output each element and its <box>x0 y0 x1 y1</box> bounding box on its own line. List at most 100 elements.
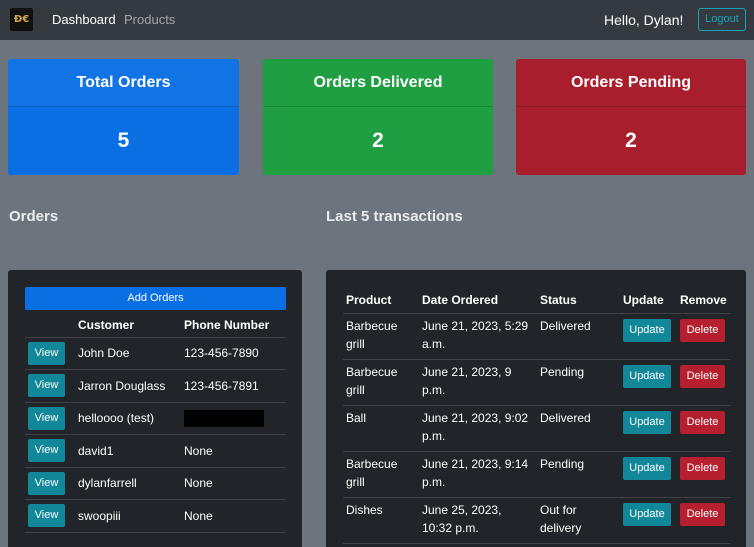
transactions-table: Product Date Ordered Status Update Remov… <box>343 287 731 544</box>
delete-button[interactable]: Delete <box>680 502 725 526</box>
tx-date: June 21, 2023, 9:14 p.m. <box>419 451 537 498</box>
logout-button[interactable]: Logout <box>698 8 746 31</box>
order-phone: None <box>180 434 286 468</box>
tx-date: June 21, 2023, 9 p.m. <box>419 359 537 406</box>
tx-header-remove: Remove <box>677 287 731 314</box>
view-order-button[interactable]: View <box>28 406 65 430</box>
tx-date: June 21, 2023, 9:02 p.m. <box>419 405 537 452</box>
tx-header-update: Update <box>620 287 677 314</box>
tx-product: Barbecue grill <box>343 359 419 406</box>
view-order-button[interactable]: View <box>28 341 65 365</box>
tx-status: Delivered <box>537 405 620 452</box>
orders-table: Customer Phone Number View John Doe 123-45… <box>25 314 286 533</box>
order-phone: None <box>180 499 286 533</box>
order-row: View Jarron Douglass 123-456-7891 <box>25 369 286 403</box>
view-order-button[interactable]: View <box>28 439 65 463</box>
tx-remove-cell: Delete <box>677 405 731 452</box>
total-orders-value: 5 <box>117 129 130 152</box>
update-button[interactable]: Update <box>623 456 671 480</box>
add-orders-button[interactable]: Add Orders <box>25 287 286 310</box>
order-row: View dylanfarrell None <box>25 467 286 500</box>
tx-remove-cell: Delete <box>677 359 731 406</box>
orders-delivered-title: Orders Delivered <box>263 59 493 107</box>
order-customer: helloooo (test) <box>74 402 180 435</box>
brand-logo[interactable]: Ð€ <box>10 8 33 31</box>
tx-update-cell: Update <box>620 451 677 498</box>
order-customer: Jarron Douglass <box>74 369 180 403</box>
transaction-row: Ball June 21, 2023, 9:02 p.m. Delivered Upd… <box>343 405 731 452</box>
tx-product: Barbecue grill <box>343 313 419 360</box>
delete-button[interactable]: Delete <box>680 364 725 388</box>
order-row: View swoopiii None <box>25 499 286 533</box>
delete-button[interactable]: Delete <box>680 456 725 480</box>
order-customer: dylanfarrell <box>74 467 180 500</box>
tx-product: Ball <box>343 405 419 452</box>
tx-update-cell: Update <box>620 313 677 360</box>
update-button[interactable]: Update <box>623 318 671 342</box>
order-action-cell: View <box>25 499 74 533</box>
transactions-section-title: Last 5 transactions <box>326 208 463 225</box>
tx-remove-cell: Delete <box>677 313 731 360</box>
orders-header-phone: Phone Number <box>180 314 286 338</box>
orders-header-action <box>25 314 74 338</box>
delete-button[interactable]: Delete <box>680 410 725 434</box>
tx-status: Pending <box>537 451 620 498</box>
view-order-button[interactable]: View <box>28 504 65 528</box>
orders-pending-title: Orders Pending <box>516 59 746 107</box>
tx-status: Pending <box>537 359 620 406</box>
orders-panel: Add Orders Customer Phone Number View Joh… <box>8 270 302 547</box>
tx-date: June 25, 2023, 10:32 p.m. <box>419 497 537 544</box>
order-customer: david1 <box>74 434 180 468</box>
order-customer: swoopiii <box>74 499 180 533</box>
order-action-cell: View <box>25 402 74 435</box>
order-action-cell: View <box>25 467 74 500</box>
update-button[interactable]: Update <box>623 410 671 434</box>
user-greeting: Hello, Dylan! <box>604 12 684 28</box>
redacted-block <box>184 409 264 427</box>
tx-header-date: Date Ordered <box>419 287 537 314</box>
tx-remove-cell: Delete <box>677 497 731 544</box>
transaction-row: Barbecue grill June 21, 2023, 9 p.m. Pendi… <box>343 359 731 406</box>
order-row: View david1 None <box>25 434 286 468</box>
transaction-row: Dishes June 25, 2023, 10:32 p.m. Out for d… <box>343 497 731 544</box>
transaction-row: Barbecue grill June 21, 2023, 5:29 a.m. De… <box>343 313 731 360</box>
order-phone: None <box>180 467 286 500</box>
delete-button[interactable]: Delete <box>680 318 725 342</box>
tx-update-cell: Update <box>620 497 677 544</box>
view-order-button[interactable]: View <box>28 374 65 398</box>
view-order-button[interactable]: View <box>28 471 65 495</box>
orders-pending-card: Orders Pending 2 <box>516 59 746 175</box>
order-action-cell: View <box>25 369 74 403</box>
order-customer: John Doe <box>74 337 180 370</box>
tx-remove-cell: Delete <box>677 451 731 498</box>
tx-product: Barbecue grill <box>343 451 419 498</box>
order-row: View helloooo (test) <box>25 402 286 435</box>
transaction-row: Barbecue grill June 21, 2023, 9:14 p.m. Pe… <box>343 451 731 498</box>
tx-header-status: Status <box>537 287 620 314</box>
orders-section-title: Orders <box>9 208 59 225</box>
tx-status: Delivered <box>537 313 620 360</box>
total-orders-title: Total Orders <box>8 59 239 107</box>
nav-link-products[interactable]: Products <box>124 12 175 27</box>
navbar: Ð€ Dashboard Products Hello, Dylan! Logo… <box>0 0 754 40</box>
orders-delivered-value: 2 <box>372 129 384 152</box>
order-action-cell: View <box>25 337 74 370</box>
update-button[interactable]: Update <box>623 364 671 388</box>
transactions-panel: Product Date Ordered Status Update Remov… <box>326 270 746 547</box>
update-button[interactable]: Update <box>623 502 671 526</box>
nav-link-dashboard[interactable]: Dashboard <box>52 12 116 27</box>
order-action-cell: View <box>25 434 74 468</box>
orders-pending-value: 2 <box>625 129 637 152</box>
orders-header-customer: Customer <box>74 314 180 338</box>
tx-product: Dishes <box>343 497 419 544</box>
orders-delivered-card: Orders Delivered 2 <box>263 59 493 175</box>
total-orders-card: Total Orders 5 <box>8 59 239 175</box>
tx-status: Out for delivery <box>537 497 620 544</box>
tx-header-product: Product <box>343 287 419 314</box>
order-phone: 123-456-7890 <box>180 337 286 370</box>
tx-date: June 21, 2023, 5:29 a.m. <box>419 313 537 360</box>
order-phone: 123-456-7891 <box>180 369 286 403</box>
order-row: View John Doe 123-456-7890 <box>25 337 286 370</box>
tx-update-cell: Update <box>620 405 677 452</box>
tx-update-cell: Update <box>620 359 677 406</box>
